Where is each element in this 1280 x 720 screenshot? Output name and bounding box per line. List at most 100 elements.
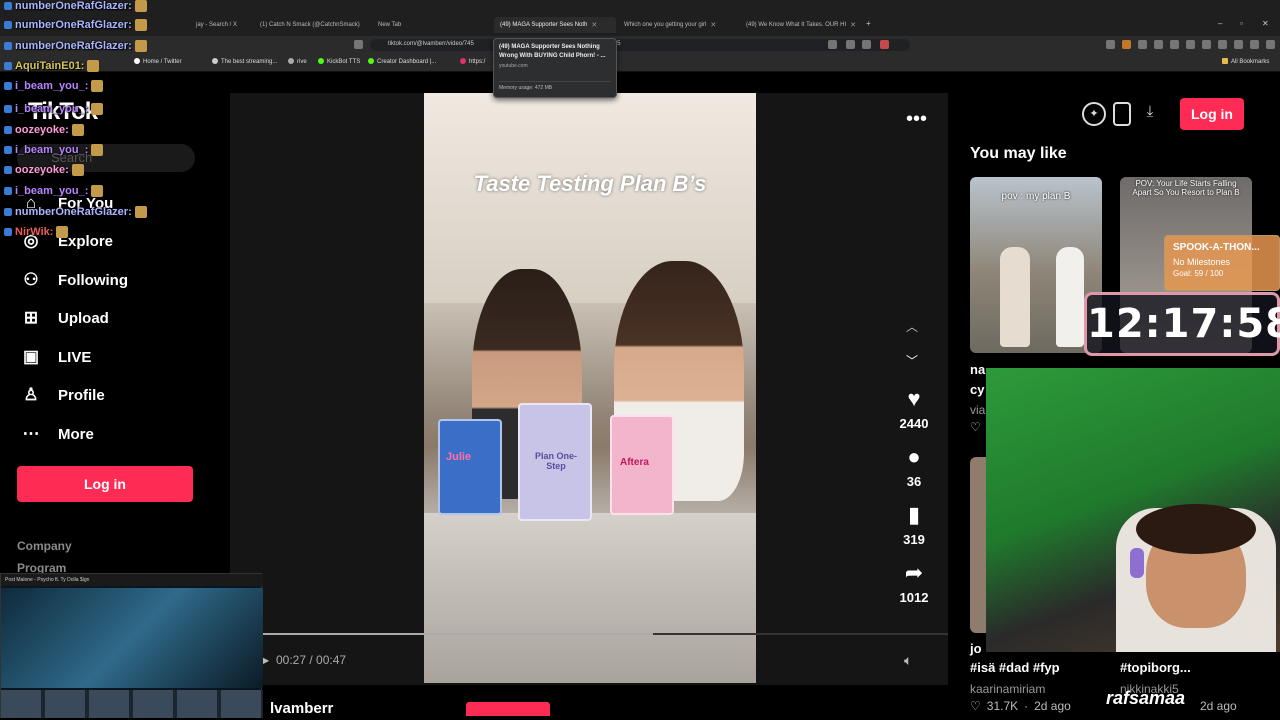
sidebar-login-button[interactable]: Log in [17, 466, 193, 502]
product-box-plan-one-step: Plan One-Step [518, 403, 592, 521]
bookmark-home-twitter[interactable]: Home / Twitter [134, 58, 182, 65]
chat-username: numberOneRafGlazer: [15, 40, 132, 52]
profile-icon: ♙ [23, 385, 39, 404]
progress-fill [262, 633, 654, 635]
like-button[interactable]: ♥ 2440 [896, 386, 932, 431]
video-tags-2[interactable]: #topiborg... [1120, 660, 1191, 675]
screenshot-icon[interactable] [846, 40, 855, 49]
nav-profile[interactable]: ♙ Profile [20, 384, 104, 406]
recommended-video-1[interactable]: pov : my plan B [970, 177, 1102, 353]
compass-icon[interactable]: ✦ [1082, 102, 1106, 126]
brave-icon[interactable] [880, 40, 889, 49]
chat-badge-icon [4, 166, 12, 174]
bookmark-star-icon[interactable] [354, 40, 363, 49]
kick-icon [318, 58, 324, 64]
nav-upload[interactable]: ⊞ Upload [20, 307, 109, 329]
chat-emote-icon [91, 80, 104, 92]
extension-icon[interactable] [1138, 40, 1147, 49]
video-progress-bar[interactable] [262, 633, 948, 635]
bookmark-label: Creator Dashboard |... [377, 59, 437, 65]
kick-icon [368, 58, 374, 64]
tab-new-tab[interactable]: New Tab [372, 17, 492, 33]
tab-maga-supporter[interactable]: (49) MAGA Supporter Sees Noth ✕ [494, 17, 616, 33]
upload-icon: ⊞ [23, 308, 39, 327]
bookmark-https[interactable]: https:/ [460, 58, 485, 65]
video-caption-title: Taste Testing Plan B’s [473, 171, 707, 196]
extension-icon[interactable] [1106, 40, 1115, 49]
tab-we-know[interactable]: (49) We Know What It Takes. OUR HI ✕ [740, 17, 862, 33]
chat-emote-icon [71, 124, 84, 136]
follow-button[interactable] [466, 702, 550, 716]
figure [1000, 247, 1030, 347]
sidebar-toggle-icon[interactable] [1202, 40, 1211, 49]
bookmark-creator-dashboard[interactable]: Creator Dashboard |... [368, 58, 436, 65]
volume-icon[interactable]: 🔈︎ [904, 652, 912, 669]
footer-company-link[interactable]: Company [17, 539, 72, 553]
header-login-button[interactable]: Log in [1180, 98, 1244, 130]
mini-player[interactable]: Post Malone - Psycho ft. Ty Dolla $ign [0, 573, 263, 718]
nav-live[interactable]: ▣ LIVE [20, 346, 91, 368]
chat-message: i_beam_you_: [4, 80, 104, 92]
instagram-icon [460, 58, 466, 64]
extension-icon[interactable] [1154, 40, 1163, 49]
zoom-icon[interactable] [862, 40, 871, 49]
video-author[interactable]: lvamberr [270, 700, 333, 717]
bookmark-rive[interactable]: rive [288, 58, 307, 65]
profile-icon[interactable] [1234, 40, 1243, 49]
cast-icon[interactable] [828, 40, 837, 49]
tab-catchnsmack[interactable]: (1) Catch N Smack (@CatchnSmack) [254, 17, 370, 33]
streamer-name: rafsamaa [1106, 688, 1186, 708]
chat-badge-icon [4, 62, 12, 70]
close-icon[interactable]: ✕ [710, 21, 716, 29]
extension-icon[interactable] [1170, 40, 1179, 49]
comment-icon: ● [907, 444, 921, 469]
product-label: Julie [446, 451, 472, 463]
new-tab-icon[interactable]: + [866, 19, 871, 28]
mobile-icon[interactable] [1113, 102, 1131, 126]
menu-icon[interactable] [1266, 40, 1275, 49]
extension-icon[interactable] [1186, 40, 1195, 49]
comment-button[interactable]: ● 36 [896, 444, 932, 489]
minimize-icon[interactable]: – [1218, 19, 1222, 28]
chat-badge-icon [4, 187, 12, 195]
nav-following[interactable]: ⚇ Following [20, 269, 128, 291]
save-button[interactable]: ▮ 319 [896, 502, 932, 547]
comment-count: 36 [906, 474, 922, 489]
video-player[interactable]: Taste Testing Plan B’s Julie Plan One-St… [424, 93, 756, 683]
product-box-julie: Julie [438, 419, 502, 515]
chat-emote-icon [91, 144, 104, 156]
extension-icon[interactable] [1122, 40, 1131, 49]
chat-emote-icon [134, 206, 147, 218]
chevron-up-icon[interactable]: ︿ [906, 318, 918, 335]
more-options-icon[interactable]: ••• [906, 108, 927, 131]
save-count: 319 [903, 532, 925, 547]
posted-ago: 2d ago [1034, 699, 1071, 713]
maximize-icon[interactable]: ▫ [1240, 19, 1243, 28]
video-author-1[interactable]: kaarinamiriam [970, 682, 1045, 696]
tab-which-one[interactable]: Which one you getting your girl ✕ [618, 17, 738, 33]
tab-jay-search[interactable]: jay - Search / X [190, 17, 250, 33]
chat-username: i_beam_you_: [15, 103, 89, 115]
close-window-icon[interactable]: ✕ [1262, 19, 1269, 28]
download-icon[interactable] [1218, 40, 1227, 49]
all-bookmarks[interactable]: All Bookmarks [1222, 58, 1269, 65]
chat-badge-icon [4, 208, 12, 216]
video-tags-1[interactable]: #isä #dad #fyp [970, 660, 1060, 675]
bookmark-label: rive [297, 59, 307, 65]
chat-message: i_beam_you_: [4, 144, 104, 156]
close-icon[interactable]: ✕ [591, 21, 597, 29]
chat-message: numberOneRafGlazer: [4, 206, 147, 218]
chat-message: i_beam_you_: [4, 103, 104, 115]
share-button[interactable]: ➦ 1012 [896, 560, 932, 605]
heart-outline-icon: ♡ [970, 699, 981, 713]
recommended-video-3[interactable] [970, 457, 986, 633]
nav-more[interactable]: ⋯ More [20, 423, 94, 445]
bookmark-label: KickBot TTS [327, 59, 361, 65]
bookmark-kickbot[interactable]: KickBot TTS [318, 58, 360, 65]
chevron-down-icon[interactable]: ﹀ [906, 352, 918, 369]
extension-icon[interactable] [1250, 40, 1259, 49]
download-icon[interactable]: ⤓ [1138, 102, 1162, 126]
bookmark-streaming[interactable]: The best streaming... [212, 58, 277, 65]
close-icon[interactable]: ✕ [850, 21, 856, 29]
streamer-hair [1136, 504, 1256, 554]
